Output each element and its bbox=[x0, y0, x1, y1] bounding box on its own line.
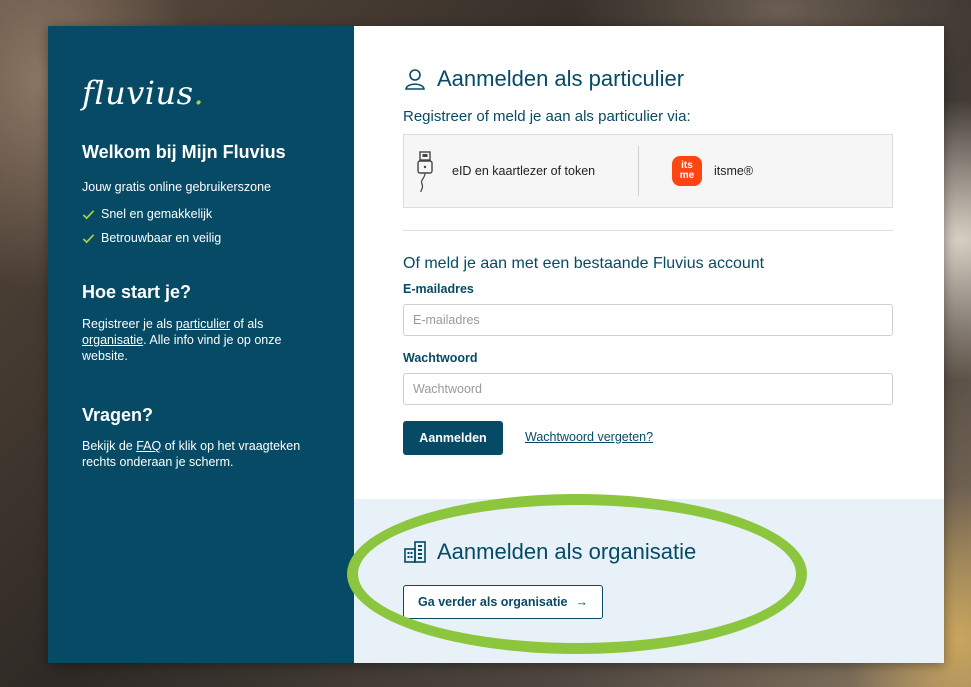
questions-text: Bekijk de FAQ of klik op het vraagteken … bbox=[82, 439, 301, 469]
faq-link[interactable]: FAQ bbox=[136, 439, 161, 453]
email-label: E-mailadres bbox=[403, 282, 474, 296]
existing-account-title: Of meld je aan met een bestaande Fluvius… bbox=[403, 255, 765, 272]
itsme-option[interactable]: its me itsme® bbox=[672, 135, 872, 207]
fluvius-logo[interactable]: fluvius. bbox=[82, 74, 204, 112]
login-options: eID en kaartlezer of token its me itsme® bbox=[403, 134, 893, 208]
email-input[interactable] bbox=[403, 304, 893, 336]
particulier-heading: Aanmelden als particulier bbox=[403, 66, 684, 92]
eid-option[interactable]: eID en kaartlezer of token bbox=[416, 135, 636, 207]
continue-organisatie-label: Ga verder als organisatie bbox=[418, 595, 568, 609]
continue-organisatie-button[interactable]: Ga verder als organisatie → bbox=[403, 585, 603, 619]
forgot-password-link[interactable]: Wachtwoord vergeten? bbox=[525, 430, 653, 444]
questions-title: Vragen? bbox=[82, 405, 154, 425]
organisatie-heading: Aanmelden als organisatie bbox=[403, 539, 696, 565]
options-divider bbox=[638, 146, 639, 196]
check-icon bbox=[82, 209, 95, 219]
itsme-option-label: itsme® bbox=[714, 164, 754, 178]
password-label: Wachtwoord bbox=[403, 351, 478, 365]
feature-label: Snel en gemakkelijk bbox=[101, 207, 213, 221]
particulier-section: Aanmelden als particulier Registreer of … bbox=[354, 26, 944, 499]
feature-check-2: Betrouwbaar en veilig bbox=[82, 231, 221, 245]
eid-option-label: eID en kaartlezer of token bbox=[452, 164, 596, 178]
section-divider bbox=[403, 230, 893, 231]
itsme-logo-icon: its me bbox=[672, 156, 702, 186]
organisatie-title: Aanmelden als organisatie bbox=[437, 539, 697, 564]
feature-check-1: Snel en gemakkelijk bbox=[82, 207, 212, 221]
logo-dot: . bbox=[193, 74, 205, 112]
login-card: fluvius. Welkom bij Mijn Fluvius Jouw gr… bbox=[48, 26, 944, 663]
logo-text: fluvius bbox=[82, 74, 194, 112]
start-text: Registreer je als particulier of als orga… bbox=[82, 317, 282, 363]
building-icon bbox=[404, 541, 426, 563]
welcome-text: Jouw gratis online gebruikerszone bbox=[82, 180, 271, 194]
login-button[interactable]: Aanmelden bbox=[403, 421, 503, 455]
particulier-link[interactable]: particulier bbox=[176, 317, 230, 331]
arrow-right-icon: → bbox=[575, 595, 588, 609]
organisatie-section: Aanmelden als organisatie Ga verder als … bbox=[354, 499, 944, 663]
particulier-subtitle: Registreer of meld je aan als particulie… bbox=[403, 108, 691, 125]
password-input[interactable] bbox=[403, 373, 893, 405]
check-icon bbox=[82, 233, 95, 243]
info-panel: fluvius. Welkom bij Mijn Fluvius Jouw gr… bbox=[48, 26, 354, 663]
particulier-title: Aanmelden als particulier bbox=[437, 66, 685, 91]
card-reader-icon bbox=[417, 151, 433, 193]
welcome-title: Welkom bij Mijn Fluvius bbox=[82, 142, 286, 162]
organisatie-link[interactable]: organisatie bbox=[82, 333, 143, 347]
person-icon bbox=[405, 69, 425, 90]
feature-label: Betrouwbaar en veilig bbox=[101, 231, 222, 245]
start-title: Hoe start je? bbox=[82, 282, 192, 302]
